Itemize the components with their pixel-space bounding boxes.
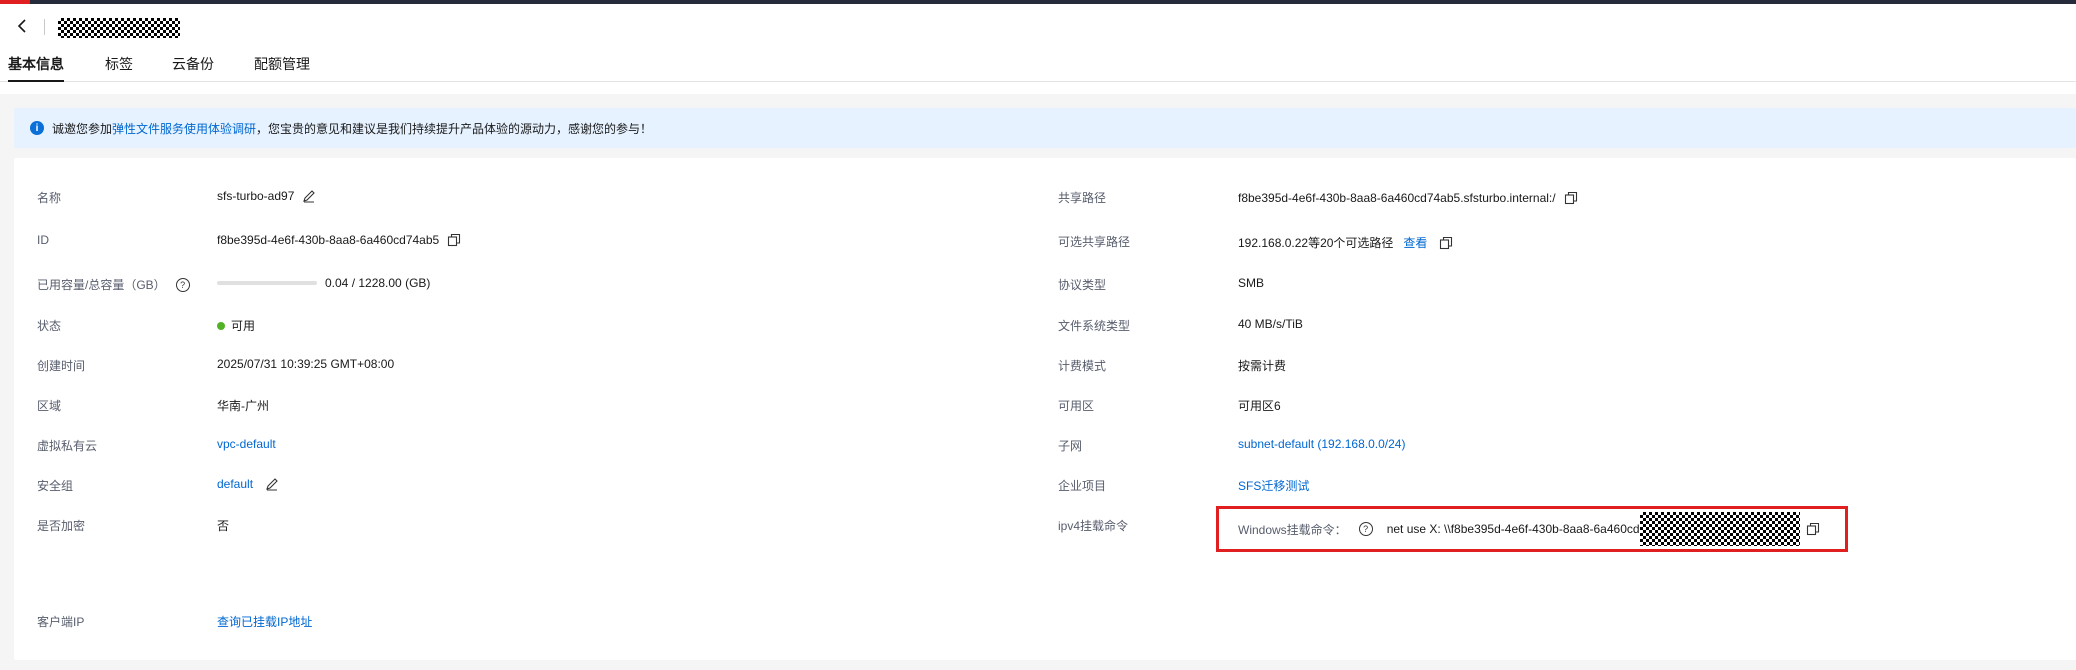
alt-share-path-value-row: 192.168.0.22等20个可选路径 查看 [1238,234,1453,251]
copy-icon [1564,191,1577,205]
status-value: 可用 [231,319,256,333]
tab-tags[interactable]: 标签 [105,54,133,82]
encryption-label: 是否加密 [37,519,86,533]
share-path-value: f8be395d-4e6f-430b-8aa8-6a460cd74ab5.sfs… [1238,191,1556,205]
copy-share-path-button[interactable] [1564,191,1578,205]
notice-suffix: ，您宝贵的意见和建议是我们持续提升产品体验的源动力，感谢您的参与！ [256,121,653,136]
status-label: 状态 [37,319,62,333]
id-value-row: f8be395d-4e6f-430b-8aa8-6a460cd74ab5 [217,233,461,247]
name-value-row: sfs-turbo-ad97 [217,189,316,203]
protocol-value: SMB [1238,276,1265,290]
edit-name-button[interactable] [302,189,316,203]
chevron-left-icon [17,19,26,33]
capacity-progress-bar [217,281,317,285]
capacity-value: 0.04 / 1228.00 (GB) [325,276,431,290]
back-button[interactable] [12,16,32,36]
windows-mount-command: net use X: \\f8be395d-4e6f-430b-8aa8-6a4… [1386,522,1640,536]
query-mounted-ip-link[interactable]: 查询已挂载IP地址 [217,613,312,630]
billing-label: 计费模式 [1058,359,1107,373]
page-title-redacted [58,18,180,38]
id-value: f8be395d-4e6f-430b-8aa8-6a460cd74ab5 [217,233,440,247]
capacity-value-row: 0.04 / 1228.00 (GB) [217,276,430,290]
help-icon[interactable]: ? [1358,522,1373,536]
survey-link[interactable]: 弹性文件服务使用体验调研 [112,120,256,137]
tab-cloud-backup[interactable]: 云备份 [172,54,214,82]
vpc-link[interactable]: vpc-default [217,437,276,451]
name-label: 名称 [37,191,62,205]
help-icon[interactable]: ? [175,277,190,292]
fs-type-label: 文件系统类型 [1058,319,1131,333]
security-group-label: 安全组 [37,479,74,493]
created-value: 2025/07/31 10:39:25 GMT+08:00 [217,357,395,371]
alt-share-path-label: 可选共享路径 [1058,235,1131,249]
enterprise-project-value-row: SFS迁移测试 [1238,477,1309,494]
edit-security-group-button[interactable] [265,477,279,491]
id-label: ID [37,233,49,247]
survey-notice: i 诚邀您参加 弹性文件服务使用体验调研 ，您宝贵的意见和建议是我们持续提升产品… [14,108,2076,148]
encryption-value: 否 [217,519,230,533]
notice-prefix: 诚邀您参加 [52,121,113,136]
edit-icon [266,478,278,491]
ipv4-mount-label: ipv4挂载命令 [1058,519,1129,533]
copy-id-button[interactable] [447,233,461,247]
windows-mount-command-highlight: Windows挂载命令： ? net use X: \\f8be395d-4e6… [1216,506,1848,552]
subnet-label: 子网 [1058,439,1083,453]
copy-icon [1440,236,1453,249]
vpc-value-row: vpc-default [217,437,276,451]
copy-mount-command-button[interactable] [1806,522,1820,536]
security-group-value-row: default [217,477,279,491]
protocol-label: 协议类型 [1058,278,1107,292]
region-label: 区域 [37,399,62,413]
capacity-label-row: 已用容量/总容量（GB） ? [37,276,190,293]
tab-bar: 基本信息 标签 云备份 配额管理 [0,48,2076,82]
security-group-link[interactable]: default [217,477,253,491]
copy-alt-path-button[interactable] [1439,236,1453,250]
view-alt-paths-link[interactable]: 查看 [1403,234,1427,251]
status-ok-icon [217,321,225,330]
tab-basic-info[interactable]: 基本信息 [8,54,64,82]
enterprise-project-link[interactable]: SFS迁移测试 [1238,477,1309,494]
share-path-label: 共享路径 [1058,191,1107,205]
status-value-row: 可用 [217,317,255,334]
subnet-value-row: subnet-default (192.168.0.0/24) [1238,437,1405,451]
copy-icon [448,233,461,247]
command-redacted [1639,512,1800,546]
windows-mount-label: Windows挂载命令： [1238,522,1347,537]
copy-icon [1806,522,1819,536]
created-label: 创建时间 [37,359,86,373]
name-value: sfs-turbo-ad97 [217,189,295,203]
alt-share-path-value: 192.168.0.22等20个可选路径 [1238,236,1394,250]
client-ip-value-row: 查询已挂载IP地址 [217,613,312,630]
region-value: 华南-广州 [217,399,269,413]
page-header [0,4,2076,48]
edit-icon [303,190,316,203]
fs-type-value: 40 MB/s/TiB [1238,317,1303,331]
info-icon: i [30,121,44,135]
subnet-link[interactable]: subnet-default (192.168.0.0/24) [1238,437,1405,451]
vpc-label: 虚拟私有云 [37,439,98,453]
capacity-label: 已用容量/总容量（GB） [37,278,166,292]
az-value: 可用区6 [1238,399,1281,413]
az-label: 可用区 [1058,399,1095,413]
billing-value: 按需计费 [1238,359,1287,373]
share-path-value-row: f8be395d-4e6f-430b-8aa8-6a460cd74ab5.sfs… [1238,191,1578,205]
client-ip-label: 客户端IP [37,615,85,629]
header-divider [44,19,45,35]
enterprise-project-label: 企业项目 [1058,479,1107,493]
tab-quota-management[interactable]: 配额管理 [254,54,310,82]
